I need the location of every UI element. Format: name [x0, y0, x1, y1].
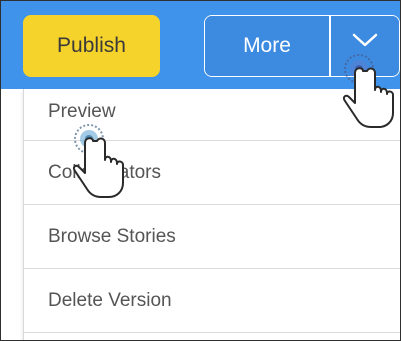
app-frame: Publish More Preview Collaborators Brows… [0, 0, 401, 341]
hand-cursor-icon [72, 124, 124, 198]
chevron-down-icon [352, 33, 377, 47]
menu-item-delete-version[interactable]: Delete Version [24, 269, 400, 333]
more-button[interactable]: More [205, 16, 329, 76]
menu-item-browse-stories[interactable]: Browse Stories [24, 205, 400, 269]
hand-cursor-icon [342, 54, 394, 128]
publish-button[interactable]: Publish [23, 15, 160, 77]
